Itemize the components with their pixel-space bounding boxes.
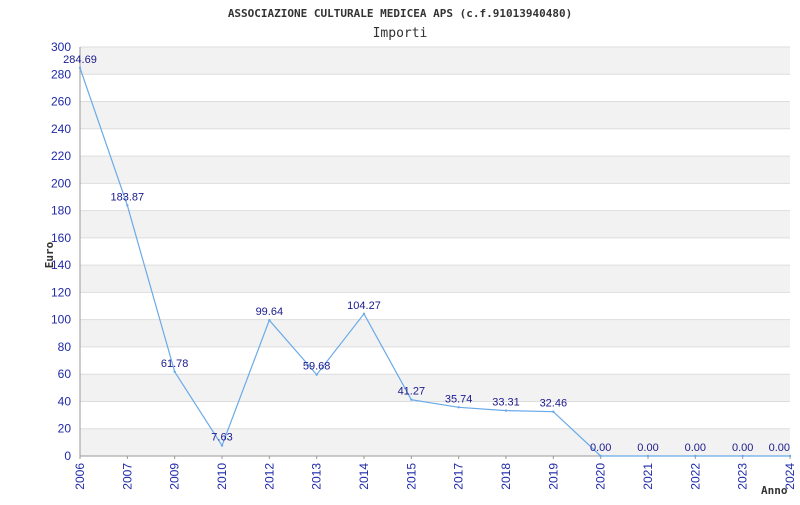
data-label: 33.31 xyxy=(492,397,520,409)
grid-bands xyxy=(80,47,790,456)
y-tick-label: 40 xyxy=(58,394,72,408)
data-label: 99.64 xyxy=(256,306,284,318)
y-tick-label: 80 xyxy=(58,340,72,354)
data-label: 0.00 xyxy=(637,442,658,454)
chart-title: ASSOCIAZIONE CULTURALE MEDICEA APS (c.f.… xyxy=(228,7,572,20)
y-tick-label: 260 xyxy=(51,95,71,109)
grid-band xyxy=(80,319,790,347)
y-tick-label: 0 xyxy=(64,449,71,463)
x-tick-label: 2006 xyxy=(73,463,87,490)
data-label: 104.27 xyxy=(347,300,381,312)
x-tick-label: 2015 xyxy=(404,463,418,490)
data-label: 7.63 xyxy=(211,432,232,444)
y-tick-label: 300 xyxy=(51,40,71,54)
data-point xyxy=(362,312,366,316)
data-label: 0.00 xyxy=(732,442,753,454)
chart-container: 0 20 40 60 80 100 120 140 160 180 200 220 240 260 280 3… xyxy=(0,0,800,500)
x-axis-label: Anno xyxy=(761,484,788,497)
x-tick-label: 2009 xyxy=(168,463,182,490)
x-tick-label: 2013 xyxy=(310,463,324,490)
data-point xyxy=(78,66,82,70)
grid-band xyxy=(80,156,790,184)
x-tick-label: 2022 xyxy=(688,463,702,490)
grid-band xyxy=(80,101,790,129)
y-tick-label: 220 xyxy=(51,149,71,163)
data-point xyxy=(741,454,744,458)
data-point xyxy=(646,454,650,458)
x-tick-label: 2012 xyxy=(262,463,276,490)
grid-band xyxy=(80,47,790,75)
data-point xyxy=(599,454,602,458)
grid-band xyxy=(80,210,790,238)
data-point xyxy=(173,370,176,373)
x-tick-label: 2018 xyxy=(499,463,513,490)
x-tick-labels: 2006 2007 2009 2010 2012 2013 2014 2015 2017 2018… xyxy=(73,463,797,490)
data-label: 0.00 xyxy=(685,442,706,454)
y-tick-label: 20 xyxy=(58,422,72,436)
data-label: 0.00 xyxy=(590,442,611,454)
data-label: 183.87 xyxy=(111,191,145,203)
x-tick-label: 2020 xyxy=(594,463,608,490)
x-tick-label: 2010 xyxy=(215,463,229,490)
x-tick-label: 2021 xyxy=(641,463,655,490)
y-tick-label: 120 xyxy=(51,285,71,299)
y-axis-label: Euro xyxy=(43,241,56,268)
grid-band xyxy=(80,374,790,402)
grid-band xyxy=(80,428,790,456)
y-tick-label: 200 xyxy=(51,176,71,190)
data-point xyxy=(220,444,224,447)
x-tick-label: 2023 xyxy=(736,463,750,490)
data-label: 32.46 xyxy=(540,398,568,410)
data-point xyxy=(788,454,792,458)
x-tick-label: 2017 xyxy=(452,463,466,490)
data-point xyxy=(694,454,697,458)
data-label: 59.68 xyxy=(303,361,331,373)
data-point xyxy=(268,318,271,322)
data-label: 0.00 xyxy=(769,442,790,454)
chart-subtitle: Importi xyxy=(373,26,428,41)
y-tick-label: 280 xyxy=(51,67,71,81)
line-chart: 0204060801001201401601802002202402602803… xyxy=(43,7,797,497)
data-point xyxy=(126,204,129,207)
x-tick-label: 2007 xyxy=(120,463,134,490)
x-tick-label: 2014 xyxy=(357,463,371,490)
data-label: 284.69 xyxy=(63,54,97,66)
y-tick-label: 100 xyxy=(51,313,71,327)
data-point xyxy=(315,373,318,376)
data-label: 41.27 xyxy=(398,386,426,398)
data-point xyxy=(457,406,460,409)
data-point xyxy=(552,410,555,413)
data-label: 61.78 xyxy=(161,358,189,370)
grid-band xyxy=(80,265,790,293)
data-label: 35.74 xyxy=(445,393,473,405)
y-tick-label: 60 xyxy=(58,367,72,381)
data-point xyxy=(504,409,508,412)
data-point xyxy=(410,398,413,401)
y-tick-label: 180 xyxy=(51,204,71,218)
y-tick-label: 240 xyxy=(51,122,71,136)
x-tick-label: 2019 xyxy=(546,463,560,490)
